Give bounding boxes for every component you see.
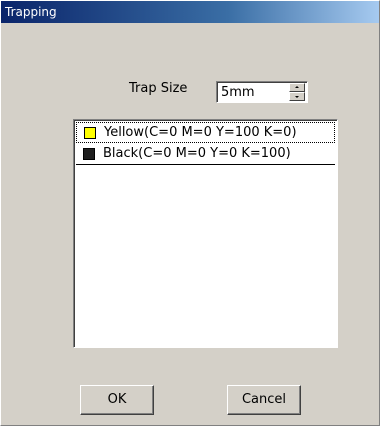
spin-up-button[interactable] [289, 83, 305, 92]
list-item[interactable]: Yellow(C=0 M=0 Y=100 K=0) [76, 122, 335, 143]
cancel-button[interactable]: Cancel [227, 385, 301, 415]
trap-size-input[interactable] [221, 84, 281, 100]
color-label: Yellow(C=0 M=0 Y=100 K=0) [104, 125, 297, 140]
trapping-dialog: Trapping Trap Size Yellow(C=0 M=0 Y=100 … [0, 0, 380, 426]
color-label: Black(C=0 M=0 Y=0 K=100) [103, 146, 291, 161]
color-list[interactable]: Yellow(C=0 M=0 Y=100 K=0) Black(C=0 M=0 … [73, 119, 338, 348]
spin-down-button[interactable] [289, 92, 305, 101]
window-title: Trapping [5, 5, 57, 19]
title-bar: Trapping [1, 1, 379, 23]
list-item[interactable]: Black(C=0 M=0 Y=0 K=100) [76, 144, 335, 165]
color-swatch [84, 127, 96, 139]
trap-size-spinner[interactable] [216, 81, 308, 103]
trap-size-label: Trap Size [129, 81, 188, 96]
color-swatch [83, 148, 95, 160]
ok-button[interactable]: OK [80, 385, 154, 415]
